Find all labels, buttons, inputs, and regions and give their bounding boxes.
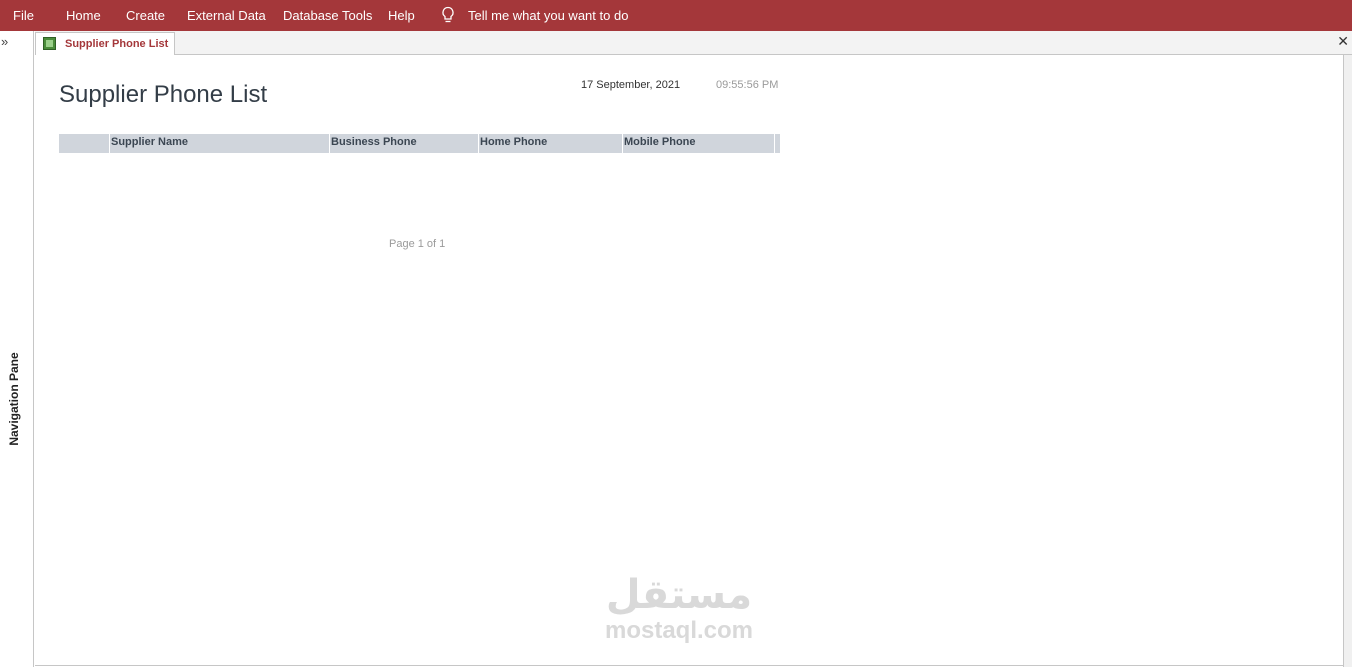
- navigation-pane-label[interactable]: Navigation Pane: [7, 352, 21, 445]
- report-date: 17 September, 2021: [581, 79, 681, 91]
- column-header-row: Supplier Name Business Phone Home Phone …: [59, 134, 780, 153]
- menu-home[interactable]: Home: [66, 8, 101, 23]
- watermark-latin: mostaql.com: [604, 617, 754, 644]
- document-tab-bar: Supplier Phone List ✕: [35, 31, 1352, 56]
- column-header-business-phone: Business Phone: [331, 136, 417, 148]
- navigation-pane[interactable]: » Navigation Pane: [0, 31, 34, 667]
- tab-supplier-phone-list[interactable]: Supplier Phone List: [35, 32, 175, 56]
- tell-me-search[interactable]: Tell me what you want to do: [468, 8, 628, 23]
- lightbulb-icon[interactable]: [440, 6, 456, 24]
- menu-database-tools[interactable]: Database Tools: [283, 8, 372, 23]
- watermark: مستقل mostaql.com: [594, 573, 764, 645]
- vertical-scrollbar[interactable]: [1343, 55, 1352, 667]
- page-number: Page 1 of 1: [389, 238, 446, 250]
- column-separator: [774, 134, 775, 153]
- expand-chevron-icon[interactable]: »: [1, 35, 8, 48]
- column-header-mobile-phone: Mobile Phone: [624, 136, 696, 148]
- menu-create[interactable]: Create: [126, 8, 165, 23]
- report-canvas: Supplier Phone List 17 September, 2021 0…: [35, 55, 1343, 667]
- menu-file[interactable]: File: [13, 8, 34, 23]
- close-icon[interactable]: ✕: [1337, 34, 1349, 48]
- ribbon-menu-bar: File Home Create External Data Database …: [0, 0, 1352, 31]
- report-icon: [43, 37, 56, 50]
- bottom-border: [35, 665, 1343, 666]
- report-title: Supplier Phone List: [59, 81, 268, 108]
- column-header-supplier-name: Supplier Name: [111, 136, 189, 148]
- menu-help[interactable]: Help: [388, 8, 415, 23]
- tab-label: Supplier Phone List: [65, 38, 169, 50]
- column-header-home-phone: Home Phone: [480, 136, 548, 148]
- watermark-arabic: مستقل: [605, 573, 753, 617]
- menu-external-data[interactable]: External Data: [187, 8, 266, 23]
- report-time: 09:55:56 PM: [716, 79, 779, 91]
